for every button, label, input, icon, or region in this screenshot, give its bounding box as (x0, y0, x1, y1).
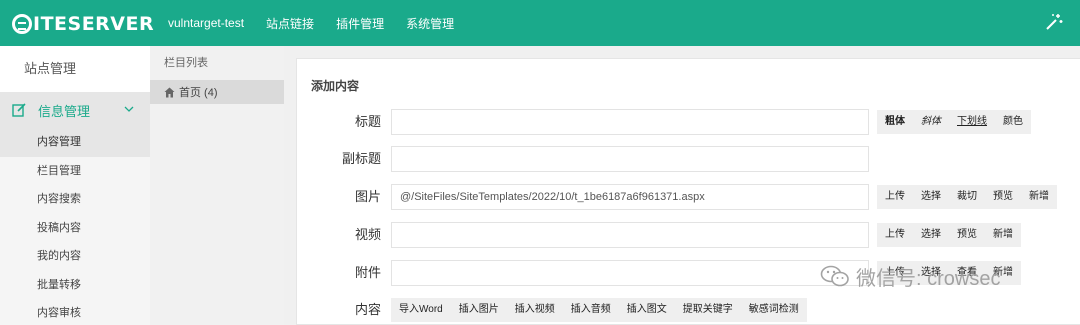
top-nav: vulntarget-test 站点链接 插件管理 系统管理 (168, 0, 476, 46)
content-editor-toolbar: 导入Word 插入图片 插入视频 插入音频 插入图文 提取关键字 敏感词检测 (391, 298, 807, 322)
sidebar-group-info-management[interactable]: 信息管理 (0, 92, 150, 128)
sidebar-item-batch-transfer[interactable]: 批量转移 (0, 270, 150, 299)
video-preview-button[interactable]: 预览 (949, 223, 985, 247)
chevron-down-icon (124, 106, 134, 112)
title-row: 标题 粗体 斜体 下划线 颜色 (297, 109, 1080, 135)
nav-system-management[interactable]: 系统管理 (406, 15, 454, 32)
insert-image-text-button[interactable]: 插入图文 (619, 298, 675, 322)
image-label: 图片 (354, 189, 381, 204)
top-header: ITESERVER vulntarget-test 站点链接 插件管理 系统管理 (0, 0, 1080, 46)
video-row: 视频 上传 选择 预览 新增 (297, 222, 1080, 248)
import-word-button[interactable]: 导入Word (391, 298, 451, 322)
logo-s-icon (12, 14, 32, 34)
title-label: 标题 (354, 114, 381, 129)
video-select-button[interactable]: 选择 (913, 223, 949, 247)
image-add-button[interactable]: 新增 (1021, 185, 1057, 209)
sidebar-heading-site-management[interactable]: 站点管理 (0, 46, 150, 92)
video-upload-button[interactable]: 上传 (877, 223, 913, 247)
nav-site-links[interactable]: 站点链接 (266, 15, 314, 32)
attachment-label: 附件 (354, 265, 381, 280)
column-node-label: 首页 (4) (179, 87, 218, 99)
video-add-button[interactable]: 新增 (985, 223, 1021, 247)
insert-video-button[interactable]: 插入视频 (507, 298, 563, 322)
insert-audio-button[interactable]: 插入音频 (563, 298, 619, 322)
left-sidebar: 站点管理 信息管理 内容管理 栏目管理 内容搜索 投稿内容 我的内容 批量转移 … (0, 46, 150, 325)
wechat-watermark: 微信号: crowsec (820, 262, 1000, 290)
content-row: 内容 导入Word 插入图片 插入视频 插入音频 插入图文 提取关键字 敏感词检… (297, 297, 1080, 323)
siteserver-logo[interactable]: ITESERVER (12, 12, 154, 36)
title-input[interactable] (391, 109, 869, 135)
magic-wand-icon[interactable] (1044, 12, 1064, 32)
nav-site-name[interactable]: vulntarget-test (168, 16, 244, 30)
nav-plugin-management[interactable]: 插件管理 (336, 15, 384, 32)
column-node-home[interactable]: 首页 (4) (150, 80, 284, 104)
extract-keywords-button[interactable]: 提取关键字 (675, 298, 741, 322)
title-format-buttons: 粗体 斜体 下划线 颜色 (877, 110, 1031, 134)
sidebar-group-label: 信息管理 (38, 103, 91, 119)
insert-image-button[interactable]: 插入图片 (451, 298, 507, 322)
video-label: 视频 (354, 227, 381, 242)
subtitle-label: 副标题 (341, 151, 381, 166)
image-select-button[interactable]: 选择 (913, 185, 949, 209)
sensitive-word-check-button[interactable]: 敏感词检测 (741, 298, 807, 322)
subtitle-row: 副标题 (297, 146, 1080, 172)
sidebar-item-content-search[interactable]: 内容搜索 (0, 185, 150, 214)
column-list-title: 栏目列表 (164, 57, 208, 69)
sidebar-item-content-management[interactable]: 内容管理 (0, 128, 150, 157)
color-button[interactable]: 颜色 (995, 110, 1031, 134)
attachment-input[interactable] (391, 260, 869, 286)
image-buttons: 上传 选择 裁切 预览 新增 (877, 185, 1057, 209)
video-buttons: 上传 选择 预览 新增 (877, 223, 1021, 247)
image-preview-button[interactable]: 预览 (985, 185, 1021, 209)
sidebar-item-column-management[interactable]: 栏目管理 (0, 156, 150, 185)
video-input[interactable] (391, 222, 869, 248)
image-crop-button[interactable]: 裁切 (949, 185, 985, 209)
subtitle-input[interactable] (391, 146, 869, 172)
content-label: 内容 (354, 302, 381, 317)
watermark-text: 微信号: crowsec (856, 267, 1001, 290)
bold-button[interactable]: 粗体 (877, 110, 913, 134)
home-icon (164, 87, 175, 97)
sidebar-item-content-review[interactable]: 内容审核 (0, 299, 150, 325)
image-row: 图片 @/SiteFiles/SiteTemplates/2022/10/t_1… (297, 184, 1080, 210)
sidebar-item-submissions[interactable]: 投稿内容 (0, 213, 150, 242)
column-tree-panel: 栏目列表 首页 (4) (150, 46, 284, 325)
image-path-input[interactable]: @/SiteFiles/SiteTemplates/2022/10/t_1be6… (391, 184, 869, 210)
underline-button[interactable]: 下划线 (949, 110, 995, 134)
page-title: 添加内容 (311, 79, 360, 93)
edit-icon (12, 103, 26, 117)
italic-button[interactable]: 斜体 (913, 110, 949, 134)
sidebar-item-my-content[interactable]: 我的内容 (0, 242, 150, 271)
logo-text: ITESERVER (33, 13, 155, 35)
wechat-icon (820, 265, 849, 287)
image-upload-button[interactable]: 上传 (877, 185, 913, 209)
